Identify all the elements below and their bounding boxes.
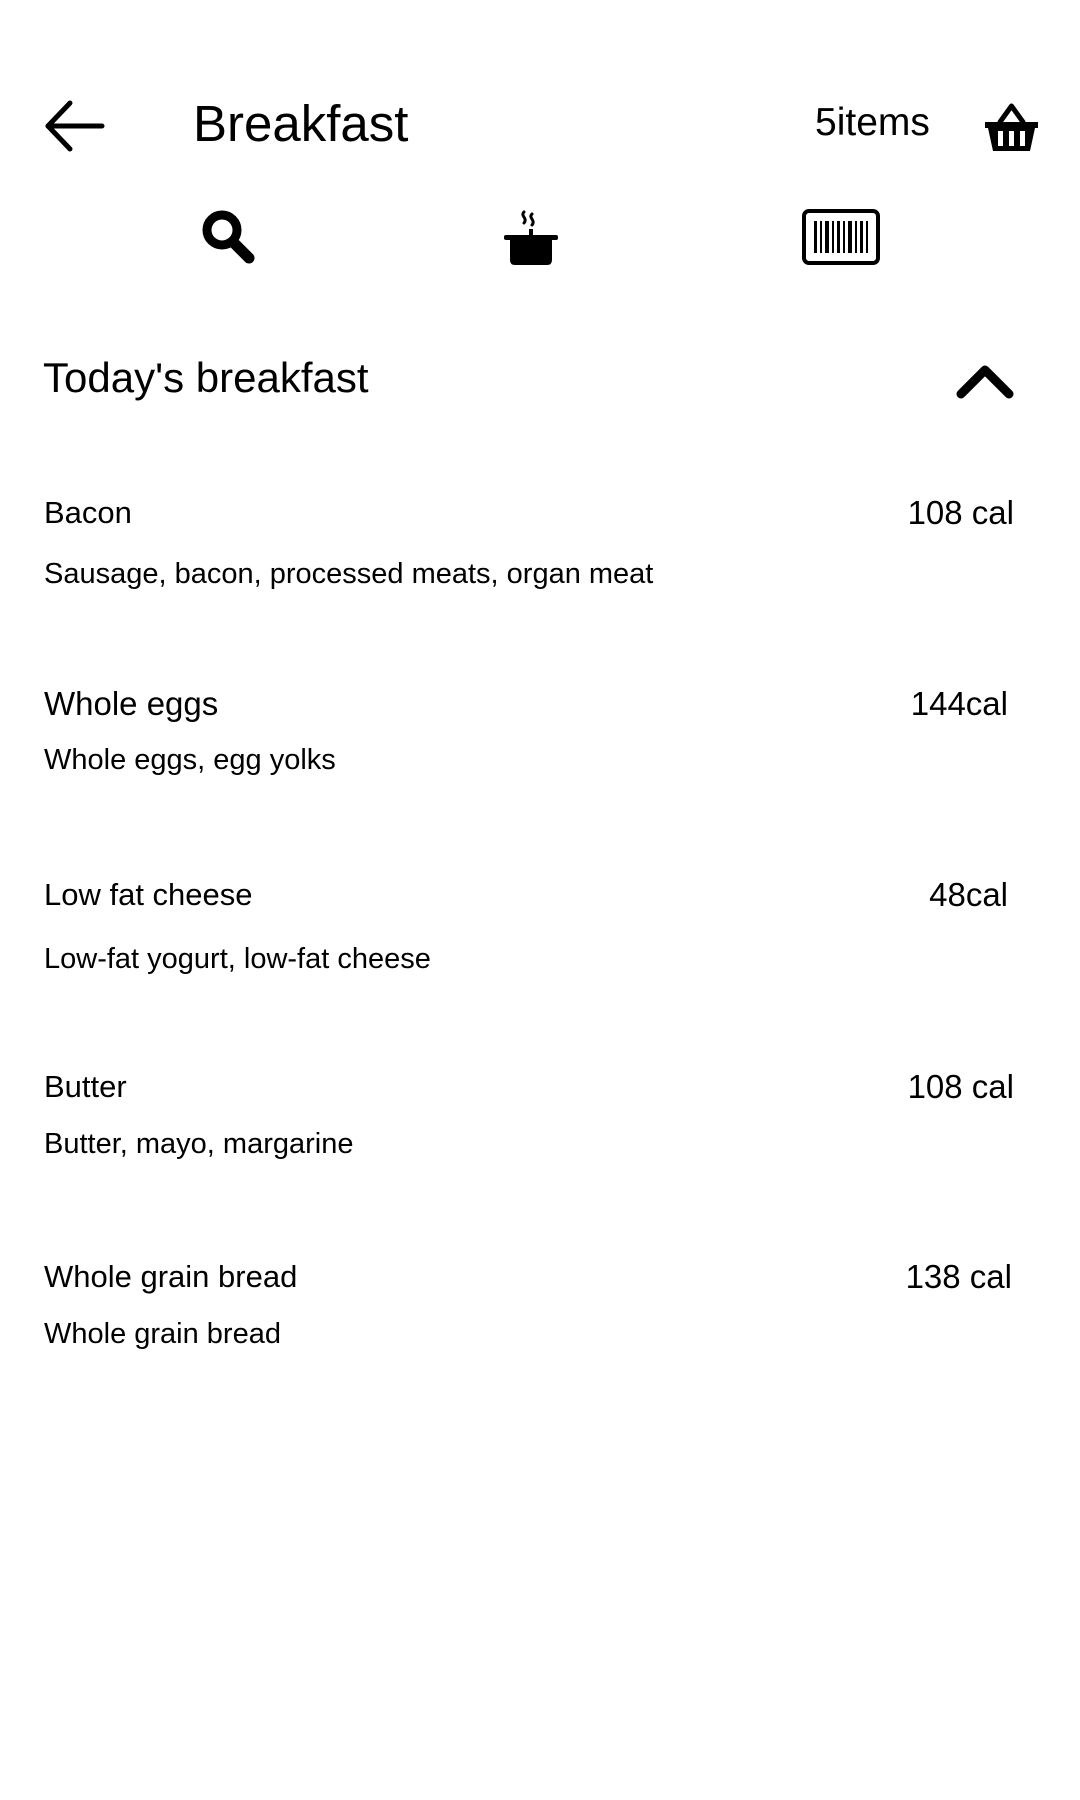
food-calories: 108 cal (907, 494, 1014, 531)
food-description: Sausage, bacon, processed meats, organ m… (44, 558, 654, 590)
app-header: Breakfast 5items (0, 0, 1080, 190)
chevron-up-icon (956, 365, 1014, 399)
food-description: Low-fat yogurt, low-fat cheese (44, 943, 431, 975)
food-calories: 144cal (910, 685, 1008, 722)
todays-breakfast-section-header[interactable]: Today's breakfast (0, 340, 1080, 410)
food-item[interactable]: Whole grain bread 138 cal Whole grain br… (0, 1257, 1080, 1407)
basket-icon (985, 103, 1038, 151)
food-item[interactable]: Low fat cheese 48cal Low-fat yogurt, low… (0, 875, 1080, 1025)
food-name: Bacon (44, 495, 132, 530)
basket-button[interactable] (983, 100, 1040, 155)
collapse-button[interactable] (955, 360, 1015, 402)
back-button[interactable] (40, 95, 110, 157)
food-item[interactable]: Butter 108 cal Butter, mayo, margarine (0, 1067, 1080, 1217)
food-name: Whole grain bread (44, 1259, 298, 1294)
section-title: Today's breakfast (43, 354, 369, 401)
food-description: Butter, mayo, margarine (44, 1128, 354, 1160)
barcode-icon (802, 209, 880, 265)
food-calories: 138 cal (905, 1258, 1012, 1295)
food-calories: 108 cal (907, 1068, 1014, 1105)
food-item[interactable]: Whole eggs 144cal Whole eggs, egg yolks (0, 684, 1080, 834)
cook-button[interactable] (500, 208, 562, 270)
food-name: Low fat cheese (44, 877, 253, 912)
search-icon (202, 210, 255, 264)
arrow-left-icon (45, 100, 105, 152)
food-description: Whole eggs, egg yolks (44, 744, 336, 776)
page-title: Breakfast (193, 95, 409, 152)
food-description: Whole grain bread (44, 1318, 281, 1350)
food-calories: 48cal (929, 876, 1008, 913)
food-name: Butter (44, 1069, 127, 1104)
food-name: Whole eggs (44, 685, 219, 722)
barcode-scan-button[interactable] (802, 208, 880, 266)
cooking-pot-icon (504, 210, 558, 265)
search-button[interactable] (200, 208, 258, 268)
items-count: 5items (815, 101, 930, 144)
food-item[interactable]: Bacon 108 cal Sausage, bacon, processed … (0, 493, 1080, 643)
